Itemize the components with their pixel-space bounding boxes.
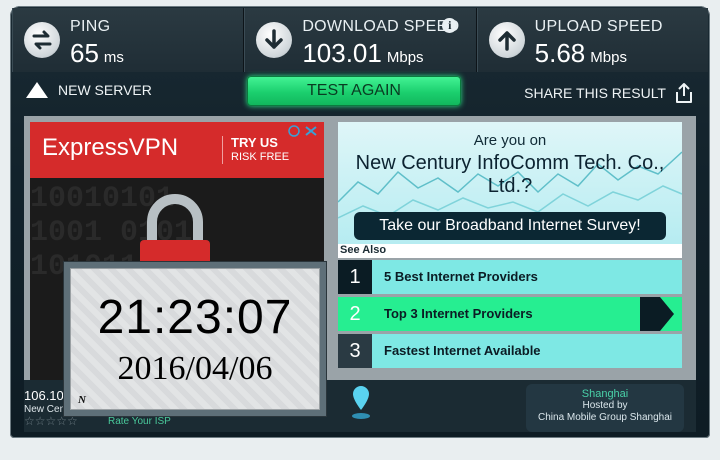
arrow-right-icon	[660, 297, 674, 331]
ping-value: 65	[70, 38, 99, 68]
upload-value-wrap: 5.68 Mbps	[535, 38, 627, 69]
list-item[interactable]: 3 Fastest Internet Available	[338, 334, 682, 368]
upload-arrow-icon	[488, 22, 525, 58]
action-bar: NEW SERVER TEST AGAIN SHARE THIS RESULT	[12, 74, 708, 110]
ad-try-line2: RISK FREE	[231, 151, 290, 163]
upload-label: UPLOAD SPEED	[534, 18, 663, 35]
item-number: 2	[338, 297, 372, 331]
item-number: 3	[338, 334, 372, 368]
clock-face: 21:23:07 2016/04/06 N	[70, 268, 320, 410]
server-host-box[interactable]: Shanghai Hosted by China Mobile Group Sh…	[526, 384, 684, 432]
item-number: 1	[338, 260, 372, 294]
ping-stat: PING 65 ms	[12, 8, 245, 72]
clock-time: 21:23:07	[97, 291, 293, 344]
download-value-wrap: 103.01 Mbps	[302, 38, 423, 69]
new-server-label: NEW SERVER	[58, 82, 152, 98]
rating-stars[interactable]: ☆☆☆☆☆	[24, 414, 78, 428]
ad-try-us: TRY US RISK FREE	[222, 136, 289, 164]
see-also-header: See Also	[338, 244, 682, 258]
item-label: 5 Best Internet Providers	[384, 269, 538, 284]
host-name: China Mobile Group Shanghai	[538, 412, 672, 423]
upload-stat: UPLOAD SPEED 5.68 Mbps	[476, 8, 708, 72]
isp-ip-value: 106.10	[24, 388, 64, 403]
rate-isp-link[interactable]: Rate Your ISP	[108, 416, 171, 427]
survey-button[interactable]: Take our Broadband Internet Survey!	[354, 212, 666, 240]
triangle-up-icon	[26, 82, 48, 98]
ping-label: PING	[70, 18, 111, 35]
stats-bar: PING 65 ms DOWNLOAD SPEED i 103.01 Mbps UP…	[12, 8, 708, 72]
clock-mark: N	[78, 394, 86, 406]
ad-question-line1: Are you on	[473, 132, 547, 149]
list-item[interactable]: 1 5 Best Internet Providers	[338, 260, 682, 294]
upload-value: 5.68	[534, 38, 586, 68]
download-label: DOWNLOAD SPEED	[302, 18, 460, 35]
ad-question-line2: New Century InfoComm Tech. Co., Ltd.?	[355, 152, 665, 197]
download-value: 103.01	[302, 38, 382, 68]
item-label: Fastest Internet Available	[384, 343, 541, 358]
clock-overlay: 21:23:07 2016/04/06 N	[64, 262, 326, 416]
ping-value-wrap: 65 ms	[70, 38, 124, 69]
page-footer-strip	[0, 438, 720, 460]
item-label: Top 3 Internet Providers	[384, 306, 533, 321]
download-stat: DOWNLOAD SPEED i 103.01 Mbps	[244, 8, 477, 72]
hosted-by-label: Hosted by	[582, 400, 628, 411]
new-server-button[interactable]: NEW SERVER	[26, 82, 152, 98]
survey-ad[interactable]: Are you on New Century InfoComm Tech. Co…	[338, 122, 682, 244]
download-unit: Mbps	[386, 49, 424, 66]
ad-brand: ExpressVPN	[42, 134, 179, 161]
speedtest-window: PING 65 ms DOWNLOAD SPEED i 103.01 Mbps UP…	[0, 0, 720, 460]
share-icon	[676, 83, 692, 103]
ping-unit: ms	[103, 49, 124, 66]
ping-icon	[24, 22, 60, 58]
item-arrow-box	[640, 297, 660, 331]
share-result-button[interactable]: SHARE THIS RESULT	[524, 82, 694, 104]
test-again-button[interactable]: TEST AGAIN	[247, 76, 461, 106]
ad-try-line1: TRY US	[231, 135, 278, 150]
share-label: SHARE THIS RESULT	[524, 85, 666, 101]
host-city: Shanghai	[581, 388, 629, 400]
ad-choices-icon[interactable]	[286, 124, 322, 138]
clock-date: 2016/04/06	[117, 350, 273, 387]
upload-unit: Mbps	[590, 49, 627, 66]
download-arrow-icon	[256, 22, 293, 58]
location-pin-icon	[352, 386, 370, 419]
list-item[interactable]: 2 Top 3 Internet Providers	[338, 297, 682, 331]
